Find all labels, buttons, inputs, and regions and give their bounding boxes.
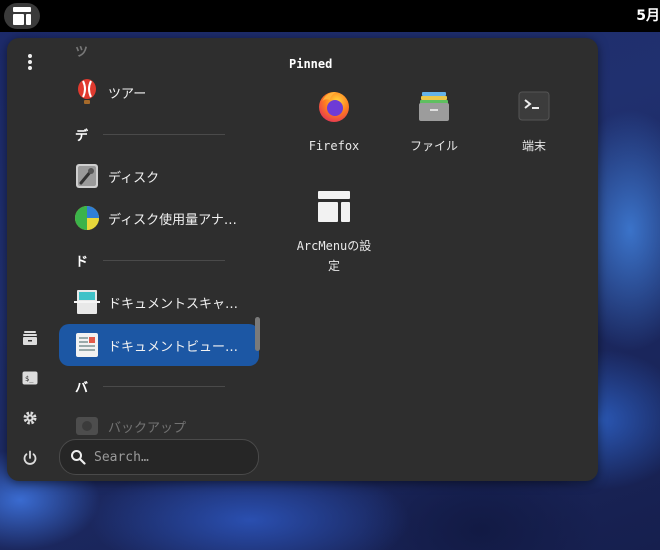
files-icon [23, 331, 37, 345]
app-item-label: ディスク [108, 170, 160, 186]
svg-text:$_: $_ [25, 375, 34, 383]
firefox-icon [314, 86, 354, 126]
app-item-label: ドキュメントビュー… [108, 339, 239, 355]
arcmenu-settings-icon [314, 186, 354, 226]
disk-icon [73, 162, 101, 190]
app-item-disks[interactable]: ディスク [59, 155, 259, 197]
search-icon [71, 450, 86, 465]
pinned-app-label: 端末 [521, 139, 546, 153]
section-letter: バ [75, 380, 89, 396]
disk-usage-icon [73, 204, 101, 232]
section-header: バ [75, 376, 225, 396]
app-item-label: バックアップ [108, 421, 187, 436]
pinned-app-arcmenu-settings[interactable]: ArcMenuの設 定 [284, 186, 384, 276]
app-item-label: ディスク使用量アナ… [108, 212, 237, 228]
rail-terminal-button[interactable]: $_ [16, 364, 44, 392]
app-item-document-viewer[interactable]: ドキュメントビュー… [59, 324, 259, 366]
rail-files-button[interactable] [16, 324, 44, 352]
top-bar: 5月 [0, 0, 660, 32]
more-options-button[interactable] [16, 48, 44, 76]
search-input[interactable]: Search… [59, 439, 259, 475]
terminal-icon [514, 86, 554, 126]
app-item-document-scanner[interactable]: ドキュメントスキャ… [59, 281, 259, 323]
activities-button[interactable] [4, 3, 40, 29]
pinned-app-label: ArcMenuの設 定 [284, 236, 384, 276]
power-icon [23, 450, 37, 465]
pinned-app-firefox[interactable]: Firefox [284, 86, 384, 156]
rail-settings-button[interactable] [16, 404, 44, 432]
section-letter: ド [75, 254, 89, 270]
rail-power-button[interactable] [16, 444, 44, 472]
pinned-app-label: Firefox [308, 139, 360, 153]
pinned-app-label-line: ArcMenuの設 [296, 239, 372, 253]
files-icon [414, 86, 454, 126]
settings-icon [23, 411, 37, 425]
pinned-app-label: ファイル [409, 139, 458, 153]
document-viewer-icon [73, 331, 101, 359]
more-icon [28, 54, 32, 70]
arcmenu-panel: $_ ツ ツアー デ ディスク ディスク使用量アナ… ド ドキュメントスキャ… … [7, 38, 598, 481]
pinned-app-files[interactable]: ファイル [384, 86, 484, 156]
app-item-label: ツアー [108, 86, 147, 102]
pinned-app-terminal[interactable]: 端末 [484, 86, 584, 156]
section-divider [103, 259, 225, 261]
app-item-label: ドキュメントスキャ… [108, 296, 239, 312]
terminal-icon: $_ [22, 371, 38, 385]
section-header: デ [75, 124, 225, 144]
backup-icon [73, 411, 101, 439]
search-placeholder: Search… [94, 449, 149, 465]
section-header: ド [75, 250, 225, 270]
section-letter: ツ [75, 44, 89, 59]
section-letter: デ [75, 128, 89, 144]
section-divider [103, 385, 225, 387]
section-header-partial: ツ [75, 42, 225, 59]
pinned-app-label-line: 定 [327, 259, 340, 273]
app-item-disk-usage[interactable]: ディスク使用量アナ… [59, 197, 259, 239]
scanner-icon [73, 288, 101, 316]
app-list-scrollbar[interactable] [255, 317, 260, 351]
pinned-title: Pinned [289, 57, 333, 71]
app-item-backup[interactable]: バックアップ [59, 407, 259, 441]
app-item-tour[interactable]: ツアー [59, 71, 259, 113]
section-divider [103, 133, 225, 135]
tour-balloon-icon [73, 78, 101, 106]
arcmenu-icon [13, 7, 31, 25]
clock[interactable]: 5月 [636, 0, 660, 32]
